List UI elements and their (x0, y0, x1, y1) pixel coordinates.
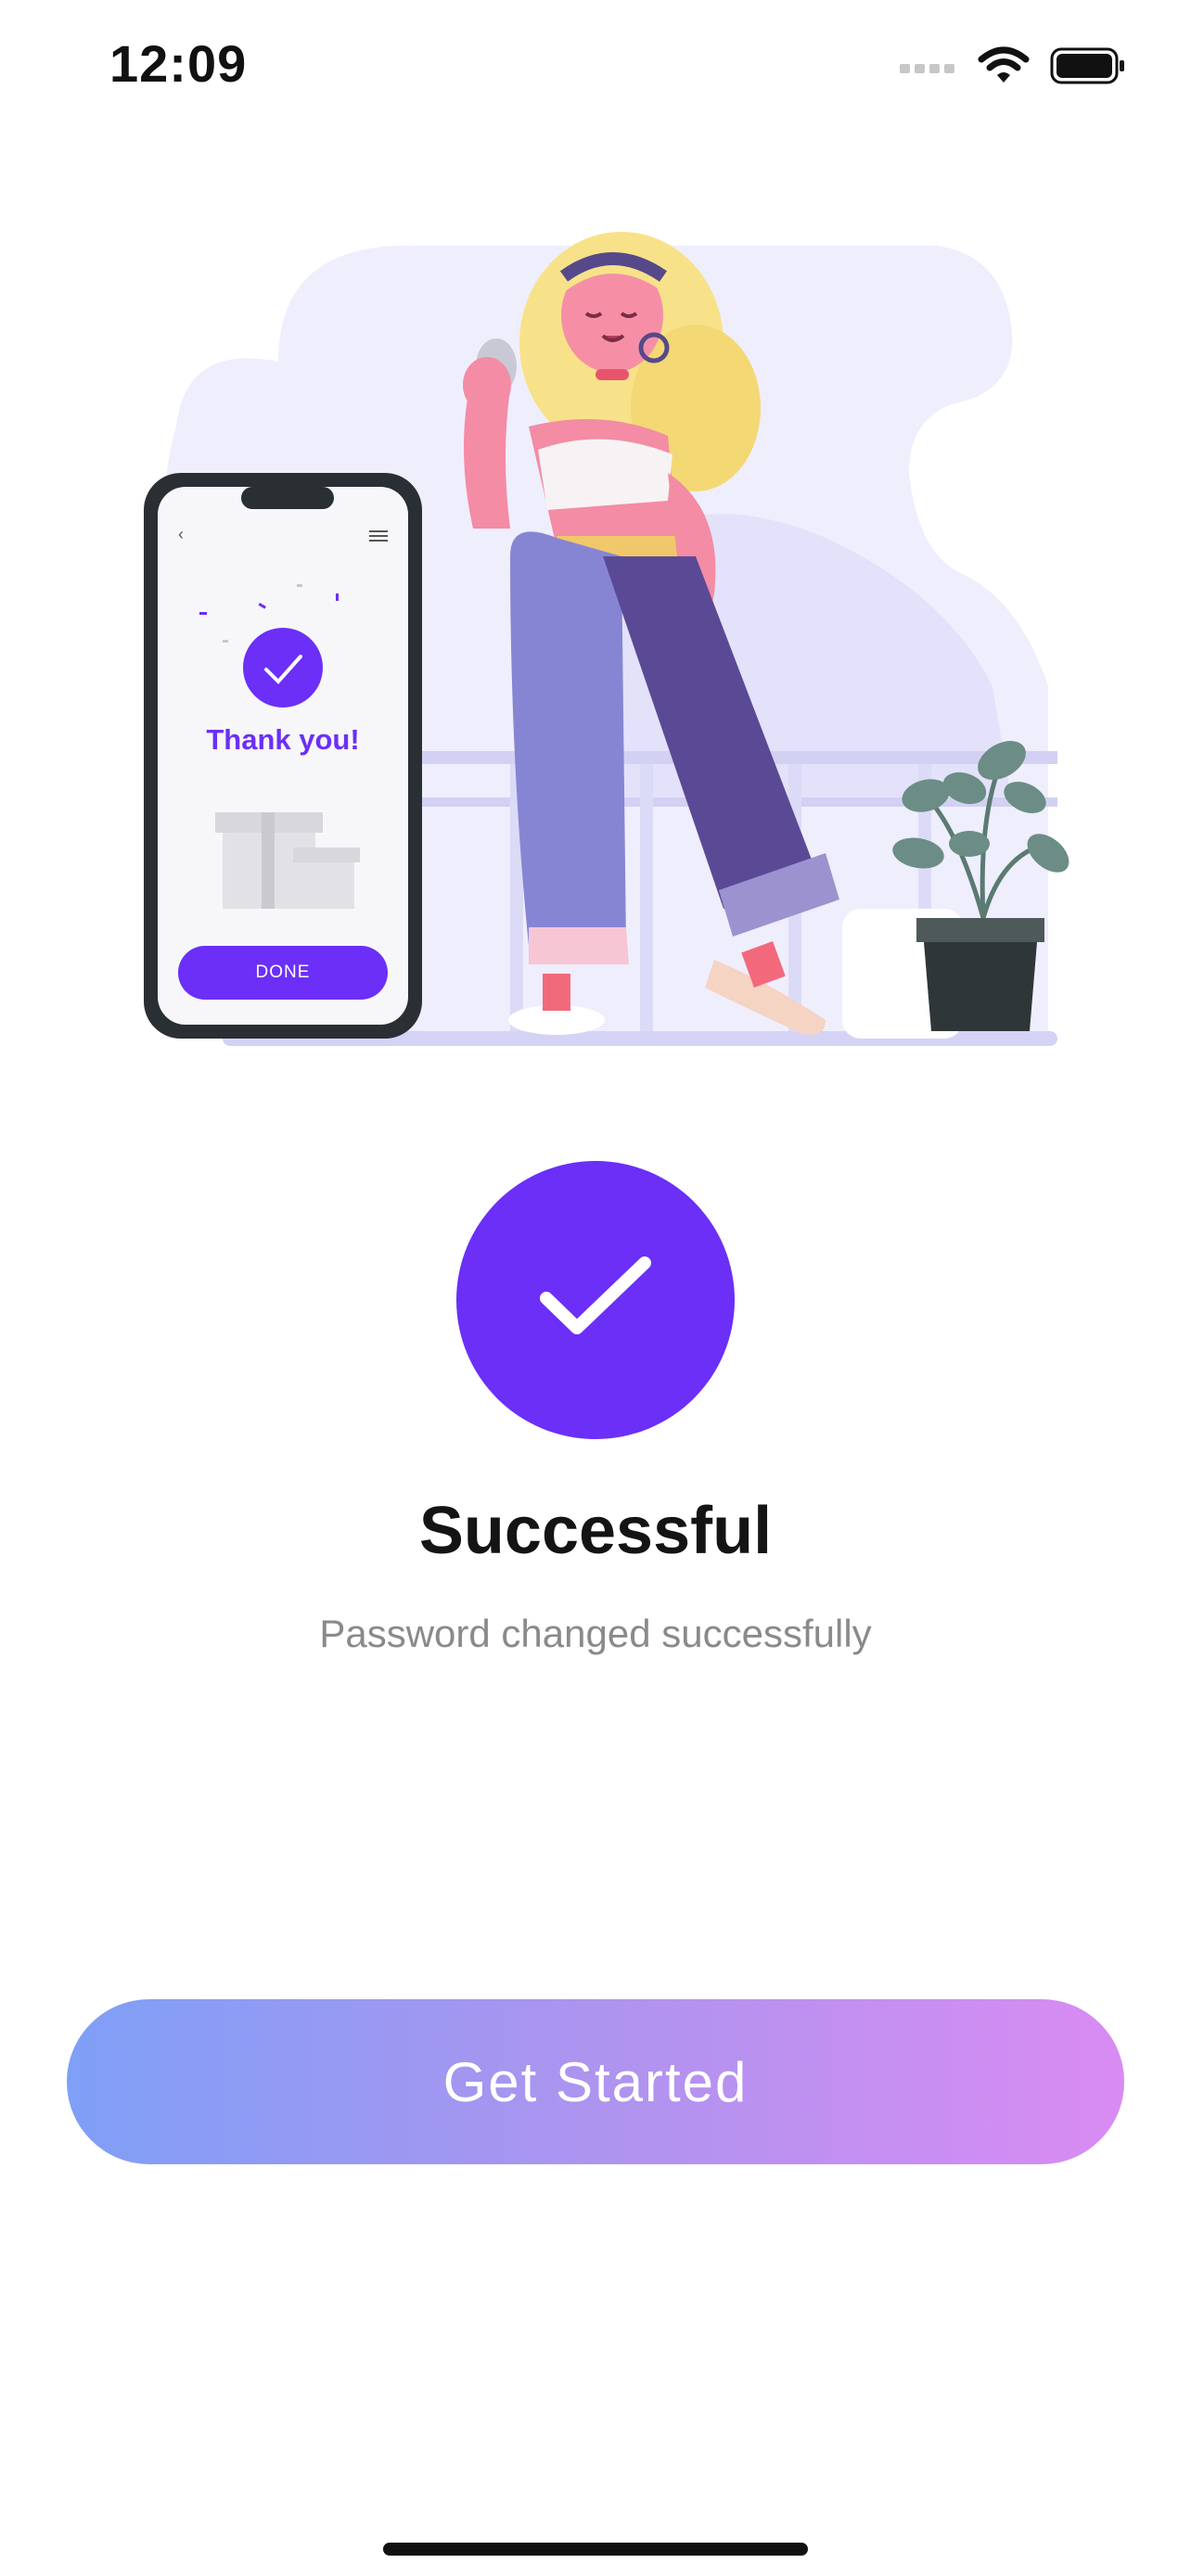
battery-icon (1050, 46, 1126, 90)
home-indicator[interactable] (383, 2543, 808, 2556)
status-time: 12:09 (109, 34, 248, 93)
phone-thank-you-text: Thank you! (206, 723, 360, 756)
back-chevron-icon: ‹ (178, 525, 184, 543)
checkmark-icon (535, 1252, 656, 1349)
success-illustration: ‹ Thank you! DONE (121, 204, 1076, 1057)
page-title: Successful (418, 1494, 773, 1568)
get-started-button[interactable]: Get Started (67, 1999, 1124, 2164)
success-check-badge (456, 1161, 735, 1439)
status-icons (900, 45, 1126, 91)
page-subtitle: Password changed successfully (319, 1612, 872, 1655)
cellular-signal-icon (900, 57, 957, 80)
phone-done-button: DONE (178, 946, 388, 1000)
wifi-icon (978, 46, 1030, 90)
status-bar: 12:09 (0, 0, 1191, 139)
hamburger-menu-icon (369, 530, 388, 542)
